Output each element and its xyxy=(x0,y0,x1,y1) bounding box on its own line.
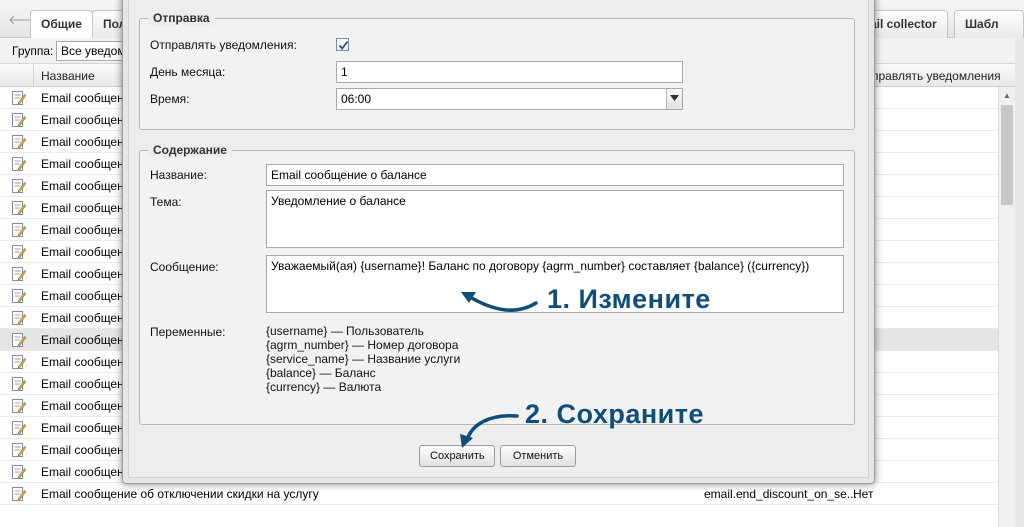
annotation-arrows xyxy=(460,292,538,448)
arrow-to-save xyxy=(465,414,519,442)
annotation-step-1: 1. Измените xyxy=(547,284,711,314)
arrow-to-message xyxy=(466,294,538,312)
arrow-head-save xyxy=(460,434,473,448)
annotation-step-2: 2. Сохраните xyxy=(525,399,705,429)
